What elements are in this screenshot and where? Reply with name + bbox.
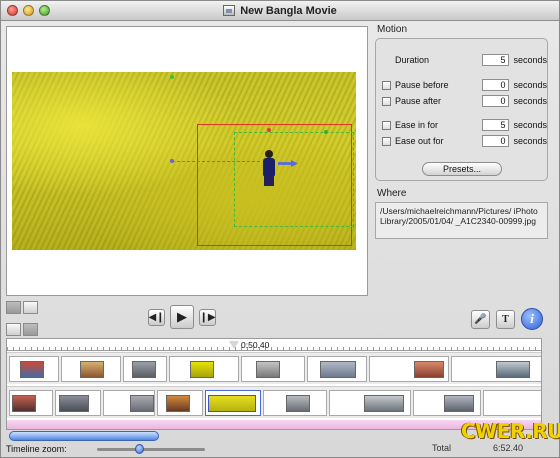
app-window: New Bangla Movie Motion Duration 5 secon… (0, 0, 560, 458)
playback-controls: ◀❙ ▶ ❙▶ (148, 305, 216, 329)
storyboard-icon[interactable] (6, 323, 21, 336)
person-figure (262, 150, 276, 186)
handle-dot[interactable] (170, 159, 174, 163)
slide-clip[interactable] (307, 356, 367, 382)
timeline-zoom-slider[interactable] (96, 443, 205, 454)
slide-clip[interactable] (9, 356, 59, 382)
document-icon (223, 5, 236, 16)
playhead-time: 0:50.40 (241, 340, 270, 350)
slide-clip[interactable] (369, 356, 449, 382)
watermark: CWER.RU (451, 415, 560, 455)
tool-buttons: 🎤 T i (471, 308, 543, 330)
timeline-zoom-label: Timeline zoom: (6, 444, 67, 454)
slide-clip[interactable] (413, 390, 481, 416)
pause-after-label: Pause after (395, 96, 442, 106)
playhead-marker-icon[interactable] (229, 341, 239, 349)
file-path-display: /Users/michaelreichmann/Pictures/ iPhoto… (375, 202, 548, 239)
pause-after-unit: seconds (513, 96, 547, 106)
timeline-track-2 (7, 386, 541, 418)
slide-clip[interactable] (483, 390, 541, 416)
image-preview[interactable] (6, 26, 368, 296)
play-icon[interactable]: ▶ (170, 305, 194, 329)
clock-icon[interactable] (23, 323, 38, 336)
pause-before-field[interactable]: 0 (482, 79, 510, 91)
info-icon[interactable]: i (521, 308, 543, 330)
slide-clip[interactable] (61, 356, 121, 382)
total-duration-label: Total (432, 443, 452, 453)
ease-out-checkbox[interactable] (382, 136, 391, 146)
skip-back-icon[interactable]: ◀❙ (148, 308, 165, 326)
single-view-icon[interactable] (23, 301, 38, 314)
handle-dot[interactable] (170, 75, 174, 79)
minimize-icon[interactable] (23, 5, 34, 16)
close-icon[interactable] (7, 5, 18, 16)
slide-clip[interactable] (169, 356, 239, 382)
zoom-slider-knob[interactable] (134, 443, 144, 454)
where-section-title: Where (377, 188, 407, 199)
inspector-panel: Motion Duration 5 seconds Pause before 0… (375, 24, 555, 239)
duration-row: Duration 5 seconds (382, 53, 547, 67)
duration-label: Duration (395, 55, 430, 65)
handle-dot[interactable] (324, 130, 328, 134)
ease-out-field[interactable]: 0 (482, 135, 510, 147)
timeline-mode-toggles (6, 323, 38, 336)
slide-clip[interactable] (263, 390, 327, 416)
slide-clip[interactable] (157, 390, 203, 416)
ease-out-unit: seconds (513, 136, 547, 146)
playhead[interactable]: 0:50.40 (229, 340, 269, 350)
motion-section-title: Motion (377, 24, 408, 35)
motion-group: Duration 5 seconds Pause before 0 second… (375, 38, 548, 181)
window-title: New Bangla Movie (240, 4, 337, 17)
pause-before-checkbox[interactable] (382, 80, 391, 90)
audio-clip[interactable] (9, 431, 159, 441)
handle-dot[interactable] (267, 128, 271, 132)
ease-in-unit: seconds (513, 120, 547, 130)
pause-after-field[interactable]: 0 (482, 95, 510, 107)
slide-clip[interactable] (451, 356, 541, 382)
ease-out-label: Ease out for (395, 136, 444, 146)
text-icon[interactable]: T (496, 309, 515, 329)
timeline-ruler[interactable] (7, 339, 541, 351)
start-crop-rectangle[interactable] (234, 132, 354, 227)
ease-in-field[interactable]: 5 (482, 119, 510, 131)
window-controls (7, 5, 50, 16)
motion-path-line (172, 161, 260, 162)
slide-clip[interactable] (329, 390, 411, 416)
slide-clip[interactable] (55, 390, 101, 416)
pause-before-row: Pause before 0 seconds (382, 78, 547, 92)
view-mode-toggles (6, 301, 38, 314)
ease-in-checkbox[interactable] (382, 120, 391, 130)
ease-in-label: Ease in for (395, 120, 439, 130)
skip-forward-icon[interactable]: ❙▶ (199, 308, 216, 326)
ease-in-row: Ease in for 5 seconds (382, 118, 547, 132)
ease-out-row: Ease out for 0 seconds (382, 134, 547, 148)
slide-clip[interactable] (123, 356, 167, 382)
slide-clip-selected[interactable] (205, 390, 261, 416)
zoom-icon[interactable] (39, 5, 50, 16)
microphone-icon[interactable]: 🎤 (471, 309, 490, 329)
pause-after-checkbox[interactable] (382, 96, 391, 106)
slide-clip[interactable] (241, 356, 305, 382)
presets-button[interactable]: Presets... (422, 162, 502, 176)
title-bar: New Bangla Movie (1, 1, 559, 21)
pause-before-label: Pause before (395, 80, 449, 90)
duration-unit: seconds (513, 55, 547, 65)
watermark-text: CWER.RU (461, 419, 560, 443)
slide-clip[interactable] (103, 390, 155, 416)
duration-field[interactable]: 5 (482, 54, 510, 66)
pause-before-unit: seconds (513, 80, 547, 90)
slides-view-icon[interactable] (6, 301, 21, 314)
pause-after-row: Pause after 0 seconds (382, 94, 547, 108)
preview-photo[interactable] (12, 72, 356, 250)
slide-clip[interactable] (9, 390, 53, 416)
timeline-track-1 (7, 352, 541, 384)
window-title-group: New Bangla Movie (223, 5, 337, 17)
